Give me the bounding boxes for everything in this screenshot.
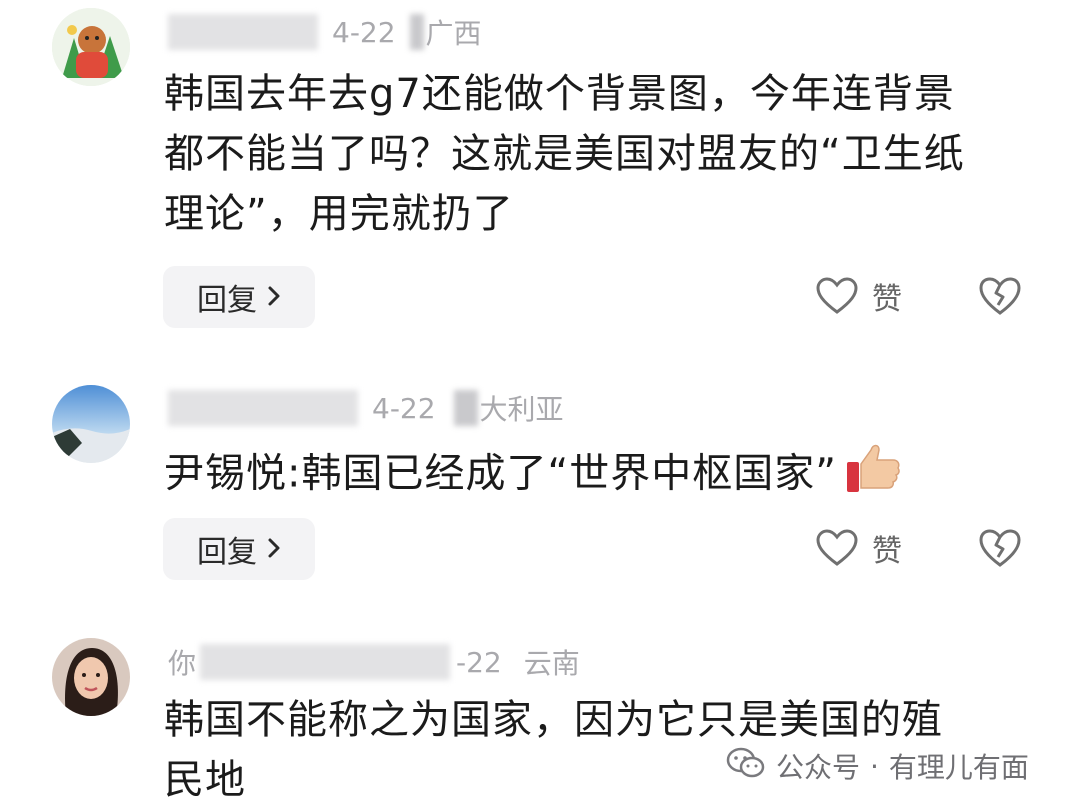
blurred-username [168,390,358,426]
dislike-button[interactable] [978,518,1022,578]
comment-meta: 4-22 广西 [168,12,482,52]
like-button[interactable]: 赞 [816,518,902,578]
comment-meta: 你 -22 云南 [168,642,580,682]
watermark-separator: · [870,749,879,783]
comment-text: 尹锡悦:韩国已经成了“世界中枢国家” [164,438,1019,513]
reply-label: 回复 [197,535,257,570]
comment-item: 4-22 广西 韩国去年去g7还能做个背景图，今年连背景 都不能当了吗？这就是美… [0,0,1079,340]
watermark: 公众号 · 有理儿有面 [726,738,1029,794]
avatar[interactable] [52,638,130,716]
comment-region: 云南 [523,647,580,680]
dislike-button[interactable] [978,266,1022,326]
comment-line: 韩国去年去g7还能做个背景图，今年连背景 [164,71,955,117]
heart-outline-icon [816,529,858,566]
like-label: 赞 [872,534,902,569]
blurred-region-prefix [453,390,478,426]
like-button[interactable]: 赞 [816,266,902,326]
comment-date: 4-22 [332,15,396,49]
comment-text: 韩国去年去g7还能做个背景图，今年连背景 都不能当了吗？这就是美国对盟友的“卫生… [164,64,1019,244]
comment-meta: 4-22 大利亚 [168,388,564,428]
comment-line: 尹锡悦:韩国已经成了“世界中枢国家” [164,450,837,497]
heart-outline-icon [816,277,858,314]
reply-label: 回复 [197,283,257,318]
watermark-platform: 公众号 [776,751,861,784]
blurred-username [168,14,318,50]
comment-date: 4-22 [372,391,436,425]
comment-line: 都不能当了吗？这就是美国对盟友的“卫生纸 [164,131,965,177]
broken-heart-icon [979,277,1021,315]
blurred-region-prefix [409,14,424,50]
wechat-icon [726,746,766,787]
comment-item: 4-22 大利亚 尹锡悦:韩国已经成了“世界中枢国家” 回复 赞 [0,370,1079,590]
reply-button[interactable]: 回复 [163,266,315,328]
comment-region: 广西 [425,17,482,50]
reply-button[interactable]: 回复 [163,518,315,580]
chevron-right-icon [267,281,281,314]
comment-date: -22 [456,645,502,679]
comment-region: 大利亚 [479,393,564,426]
like-label: 赞 [872,282,902,317]
comment-username-prefix: 你 [168,647,197,680]
blurred-username [200,644,451,680]
avatar[interactable] [52,385,130,463]
chevron-right-icon [267,533,281,566]
watermark-account: 有理儿有面 [888,751,1029,784]
comment-line: 理论”，用完就扔了 [164,191,514,237]
avatar[interactable] [52,8,130,86]
broken-heart-icon [979,529,1021,567]
thumbs-up-emoji [845,438,903,513]
